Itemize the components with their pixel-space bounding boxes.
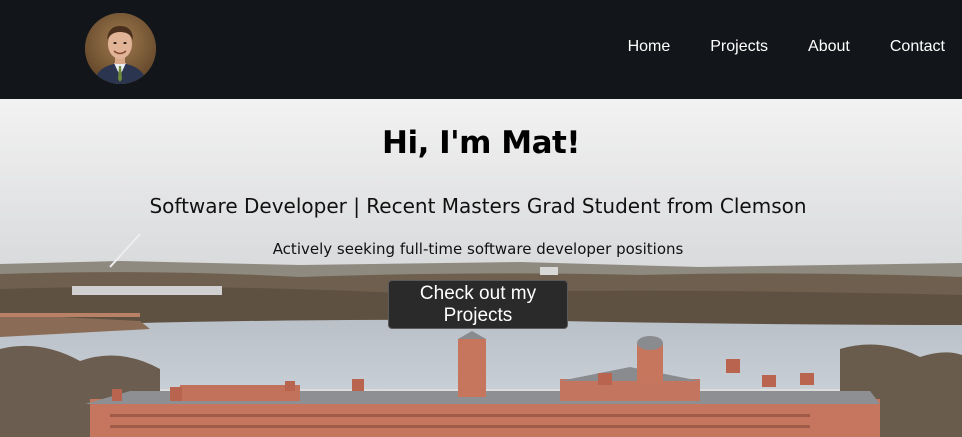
nav-about[interactable]: About [808,38,850,56]
nav-links: Home Projects About Contact [628,38,945,56]
check-out-projects-button[interactable]: Check out my Projects [388,280,568,329]
profile-photo-icon [85,13,156,84]
nav-contact[interactable]: Contact [890,38,945,56]
hero-title: Hi, I'm Mat! [382,125,580,161]
nav-home[interactable]: Home [628,38,671,56]
avatar[interactable] [85,13,156,84]
navbar: Home Projects About Contact [0,0,962,99]
nav-projects[interactable]: Projects [710,38,768,56]
hero-subtitle: Software Developer | Recent Masters Grad… [149,194,807,218]
hero-section: Hi, I'm Mat! Software Developer | Recent… [0,99,962,437]
hero-note: Actively seeking full-time software deve… [272,240,684,258]
